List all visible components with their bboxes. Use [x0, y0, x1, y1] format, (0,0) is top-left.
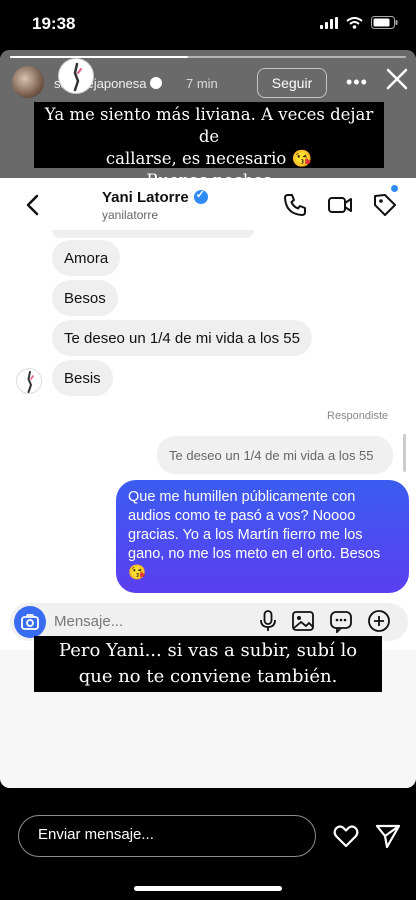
- dm-name[interactable]: Yani Latorre: [102, 189, 189, 206]
- dm-name-row[interactable]: Yani Latorre: [102, 188, 208, 206]
- sender-avatar[interactable]: [16, 368, 42, 394]
- incoming-message[interactable]: Amora: [52, 240, 121, 276]
- caption-bottom-line1: Pero Yani... si vas a subir, subí lo: [58, 640, 358, 661]
- story-progress-fill: [10, 56, 189, 58]
- message-input[interactable]: Mensaje...: [54, 613, 123, 630]
- caption-top-line2: callarse, es necesario 😘: [105, 149, 313, 168]
- caption-top-line1: Ya me siento más liviana. A veces dejar …: [44, 105, 374, 146]
- plus-icon[interactable]: [367, 609, 391, 633]
- incoming-message[interactable]: Te deseo un 1/4 de mi vida a los 55: [52, 320, 312, 356]
- sticker-icon[interactable]: [329, 609, 353, 633]
- status-icons: [320, 16, 398, 29]
- send-icon[interactable]: [374, 822, 402, 850]
- dm-avatar[interactable]: [58, 58, 94, 94]
- incoming-message[interactable]: Besis: [52, 360, 113, 396]
- verified-blue-icon: [193, 188, 208, 204]
- status-bar: 19:38: [0, 0, 416, 48]
- story-progress-bar: [10, 56, 406, 58]
- replied-label: Respondiste: [327, 410, 389, 422]
- story-frame[interactable]: sangrejaponesa 7 min Seguir ••• Ya me si…: [0, 50, 416, 788]
- more-icon[interactable]: •••: [346, 72, 368, 93]
- camera-icon: [21, 614, 39, 630]
- signal-icon: [320, 16, 338, 29]
- dm-username: yanilatorre: [102, 208, 159, 222]
- video-icon[interactable]: [327, 192, 353, 218]
- wifi-icon: [346, 16, 363, 29]
- verified-badge-icon: [149, 77, 162, 89]
- camera-button[interactable]: [14, 606, 46, 638]
- close-icon[interactable]: [382, 64, 412, 94]
- dm-header: [0, 178, 416, 230]
- battery-icon: [371, 16, 398, 29]
- notification-dot: [391, 185, 398, 192]
- story-caption-bottom: Pero Yani... si vas a subir, subí lo que…: [34, 636, 382, 692]
- tag-icon[interactable]: [372, 192, 398, 218]
- heart-icon[interactable]: [332, 822, 360, 850]
- image-icon[interactable]: [291, 609, 315, 633]
- phone-icon[interactable]: [282, 192, 308, 218]
- caption-bottom-line2: que no te conviene también.: [78, 666, 338, 687]
- story-caption-top: Ya me siento más liviana. A veces dejar …: [34, 102, 384, 190]
- mic-icon[interactable]: [256, 609, 280, 633]
- quote-bar: [403, 434, 406, 472]
- reply-placeholder[interactable]: Enviar mensaje...: [38, 826, 154, 843]
- back-icon[interactable]: [24, 194, 42, 216]
- status-time: 19:38: [32, 14, 76, 33]
- previous-bubble-edge: [52, 230, 254, 238]
- story-time: 7 min: [186, 76, 218, 91]
- home-indicator: [134, 886, 282, 891]
- outgoing-message[interactable]: Que me humillen públicamente con audios …: [116, 480, 409, 593]
- avatar-figure-icon: [27, 371, 34, 393]
- quoted-message[interactable]: Te deseo un 1/4 de mi vida a los 55: [157, 436, 393, 474]
- story-avatar[interactable]: [12, 66, 44, 98]
- follow-button[interactable]: Seguir: [257, 68, 327, 98]
- incoming-message[interactable]: Besos: [52, 280, 118, 316]
